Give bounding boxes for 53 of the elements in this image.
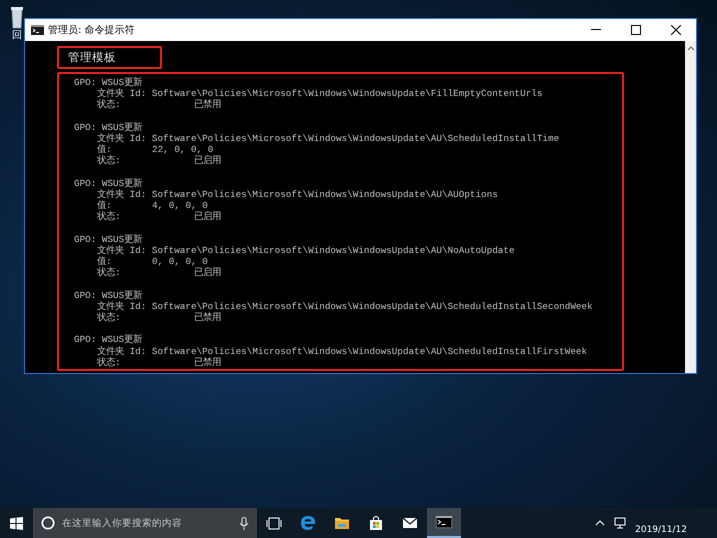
window-title: 管理员: 命令提示符	[48, 24, 136, 37]
gpo-line: GPO: WSUS更新	[74, 77, 144, 88]
state-label: 状态:	[97, 99, 122, 111]
task-view-icon	[266, 516, 282, 530]
shopping-bag-icon	[368, 515, 384, 531]
gpo-line: GPO: WSUS更新	[74, 178, 144, 189]
clock-date[interactable]: 2019/11/12	[635, 525, 687, 535]
microphone-icon[interactable]	[239, 516, 249, 530]
recycle-bin-icon[interactable]	[10, 4, 24, 29]
scroll-up-icon[interactable]	[686, 45, 694, 51]
network-icon[interactable]	[614, 517, 626, 529]
gpo-line: GPO: WSUS更新	[74, 234, 144, 245]
state-text: 已启用	[194, 211, 221, 222]
gpo-line: GPO: WSUS更新	[74, 290, 144, 301]
terminal-icon	[436, 516, 452, 528]
gpo-line: GPO: WSUS更新	[74, 334, 144, 346]
value-label: 值:	[97, 200, 112, 212]
folder-path: 文件夹 Id: Software\Policies\Microsoft\Windows\WindowsUpdate\AU\ScheduledInstallTime	[97, 132, 560, 144]
state-text: 已禁用	[194, 99, 221, 111]
value-label: 值:	[97, 256, 113, 267]
folder-path: 文件夹 Id: Software\Policies\Microsoft\Windows\WindowsUpdate\AU\NoAutoUpdate	[97, 244, 516, 256]
folder-path: 文件夹 Id: Software\Policies\Microsoft\Windows\WindowsUpdate\AU\ScheduledInstallFirstWeek	[97, 346, 588, 357]
windows-logo-icon	[10, 516, 23, 530]
state-label: 状态:	[97, 312, 122, 324]
state-text: 已启用	[194, 267, 221, 278]
folder-path: 文件夹 Id: Software\Policies\Microsoft\Windows\WindowsUpdate\FillEmptyContentUrls	[97, 88, 544, 100]
state-text: 已禁用	[194, 356, 221, 368]
value-label: 值:	[97, 144, 112, 156]
folder-path: 文件夹 Id: Software\Policies\Microsoft\Windows\WindowsUpdate\AU\ScheduledInstallSecondWeek	[97, 300, 594, 312]
search-bar[interactable]: 在这里输入你要搜索的内容	[33, 508, 257, 538]
search-field[interactable]: 在这里输入你要搜索的内容	[62, 518, 232, 528]
state-text: 已禁用	[194, 312, 221, 324]
desktop-icon-label[interactable]: 回	[12, 30, 22, 42]
folder-path: 文件夹 Id: Software\Policies\Microsoft\Windows\WindowsUpdate\AU\AUOptions	[97, 188, 499, 200]
state-label: 状态:	[97, 267, 122, 278]
value-text: 4, 0, 0, 0	[152, 200, 208, 212]
value-text: 22, 0, 0, 0	[152, 144, 214, 156]
value-text: 0, 0, 0, 0	[152, 256, 208, 267]
chevron-up-icon[interactable]	[595, 519, 606, 527]
state-label: 状态:	[97, 356, 122, 368]
state-label: 状态:	[97, 155, 122, 166]
state-text: 已启用	[194, 155, 221, 166]
circle-icon	[41, 516, 55, 530]
section-heading: 管理模板	[57, 46, 162, 69]
gpo-line: GPO: WSUS更新	[74, 122, 144, 133]
browser-e-icon	[300, 515, 316, 531]
close-icon	[671, 25, 681, 35]
folder-icon	[334, 515, 350, 531]
state-label: 状态:	[97, 211, 122, 222]
maximize-icon	[631, 25, 641, 35]
terminal-icon	[31, 25, 44, 35]
envelope-icon	[402, 515, 418, 531]
taskbar-app-button[interactable]	[427, 508, 461, 538]
